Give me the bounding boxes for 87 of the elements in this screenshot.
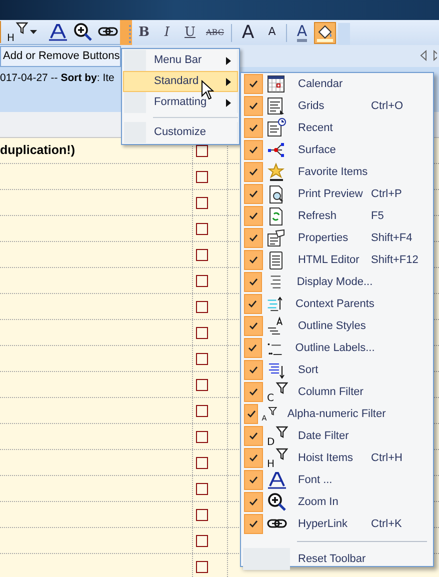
toolbar-grip[interactable] (128, 22, 132, 42)
fill-color-button[interactable] (314, 22, 336, 44)
checkbox[interactable] (196, 404, 208, 416)
menu-item[interactable]: Calendar (243, 73, 431, 95)
checkbox[interactable] (196, 456, 208, 468)
check-icon (249, 102, 258, 110)
add-remove-buttons-dropdown[interactable]: Add or Remove Buttons (0, 46, 121, 66)
check-icon (249, 388, 258, 396)
check-icon (249, 124, 258, 132)
checkbox[interactable] (244, 162, 263, 182)
checkbox[interactable] (244, 470, 263, 490)
recent-icon (266, 118, 288, 138)
check-icon (249, 212, 258, 220)
checkbox[interactable] (244, 404, 258, 424)
check-icon (246, 410, 256, 418)
checkbox[interactable] (196, 378, 208, 390)
checkbox[interactable] (244, 206, 263, 226)
check-icon (249, 80, 258, 88)
checkbox[interactable] (196, 508, 208, 520)
checkbox[interactable] (196, 352, 208, 364)
caret-icon (30, 29, 38, 35)
scroll-right-icon[interactable] (433, 48, 437, 64)
checkbox[interactable] (244, 184, 263, 204)
checkbox[interactable] (244, 316, 263, 336)
checkbox[interactable] (244, 426, 263, 446)
check-icon (249, 190, 258, 198)
check-icon (249, 432, 258, 440)
checkbox[interactable] (196, 300, 208, 312)
menu-item[interactable]: Customize (123, 122, 238, 143)
check-icon (249, 498, 258, 506)
checkbox[interactable] (244, 96, 263, 116)
checkbox[interactable] (244, 492, 263, 512)
checkbox[interactable] (244, 118, 263, 138)
zoom-in-icon (72, 22, 94, 42)
checkbox[interactable] (244, 382, 263, 402)
checkbox[interactable] (196, 326, 208, 338)
checkbox[interactable] (244, 338, 262, 358)
checkbox[interactable] (244, 514, 263, 534)
grow-font-button[interactable]: A (236, 22, 260, 44)
check-icon (249, 234, 258, 242)
scroll-left-icon[interactable] (420, 48, 427, 64)
checkbox[interactable] (244, 250, 263, 270)
item-text: duplication!) (0, 142, 75, 160)
checkbox[interactable] (244, 448, 263, 468)
checkbox[interactable] (244, 140, 263, 160)
checkbox[interactable] (244, 360, 263, 380)
check-icon (249, 454, 258, 462)
font-icon (266, 470, 288, 490)
checkbox[interactable] (196, 560, 208, 572)
check-icon (249, 322, 258, 330)
checkbox[interactable] (196, 248, 208, 260)
menu-item[interactable]: Menu Bar (123, 50, 238, 71)
filter-info-text: 017-04-27 -- Sort by: Ite (0, 72, 114, 84)
check-icon (249, 520, 258, 528)
checkbox[interactable] (196, 534, 208, 546)
menu-item[interactable]: Formatting (123, 92, 238, 113)
check-icon (249, 366, 258, 374)
checkbox[interactable] (244, 228, 263, 248)
italic-button[interactable]: I (156, 22, 178, 44)
check-icon (248, 300, 258, 308)
strikethrough-button[interactable]: ABC (202, 22, 228, 44)
checkbox[interactable] (196, 144, 208, 156)
font-color-button[interactable]: A (291, 22, 313, 44)
fill-bucket-icon (316, 24, 334, 42)
hoist-filter-button[interactable]: H (5, 21, 29, 43)
font-button[interactable] (46, 21, 70, 43)
check-icon (249, 146, 258, 154)
checkbox[interactable] (196, 196, 208, 208)
checkbox[interactable] (244, 74, 263, 94)
check-icon (248, 278, 258, 286)
bold-button[interactable]: B (133, 22, 155, 44)
check-icon (249, 168, 258, 176)
checkbox[interactable] (196, 482, 208, 494)
checkbox[interactable] (196, 430, 208, 442)
shrink-font-button[interactable]: A (261, 22, 283, 44)
underline-button[interactable]: U (179, 22, 201, 44)
zoom-in-icon (266, 492, 288, 512)
checkbox[interactable] (196, 274, 208, 286)
check-icon (248, 344, 258, 352)
font-icon (47, 22, 69, 42)
checkbox[interactable] (244, 294, 262, 314)
check-icon (249, 476, 258, 484)
check-icon (249, 256, 258, 264)
checkbox[interactable] (196, 170, 208, 182)
checkbox[interactable] (196, 222, 208, 234)
checkbox[interactable] (244, 272, 262, 292)
menu-item[interactable]: Standard (123, 71, 238, 92)
